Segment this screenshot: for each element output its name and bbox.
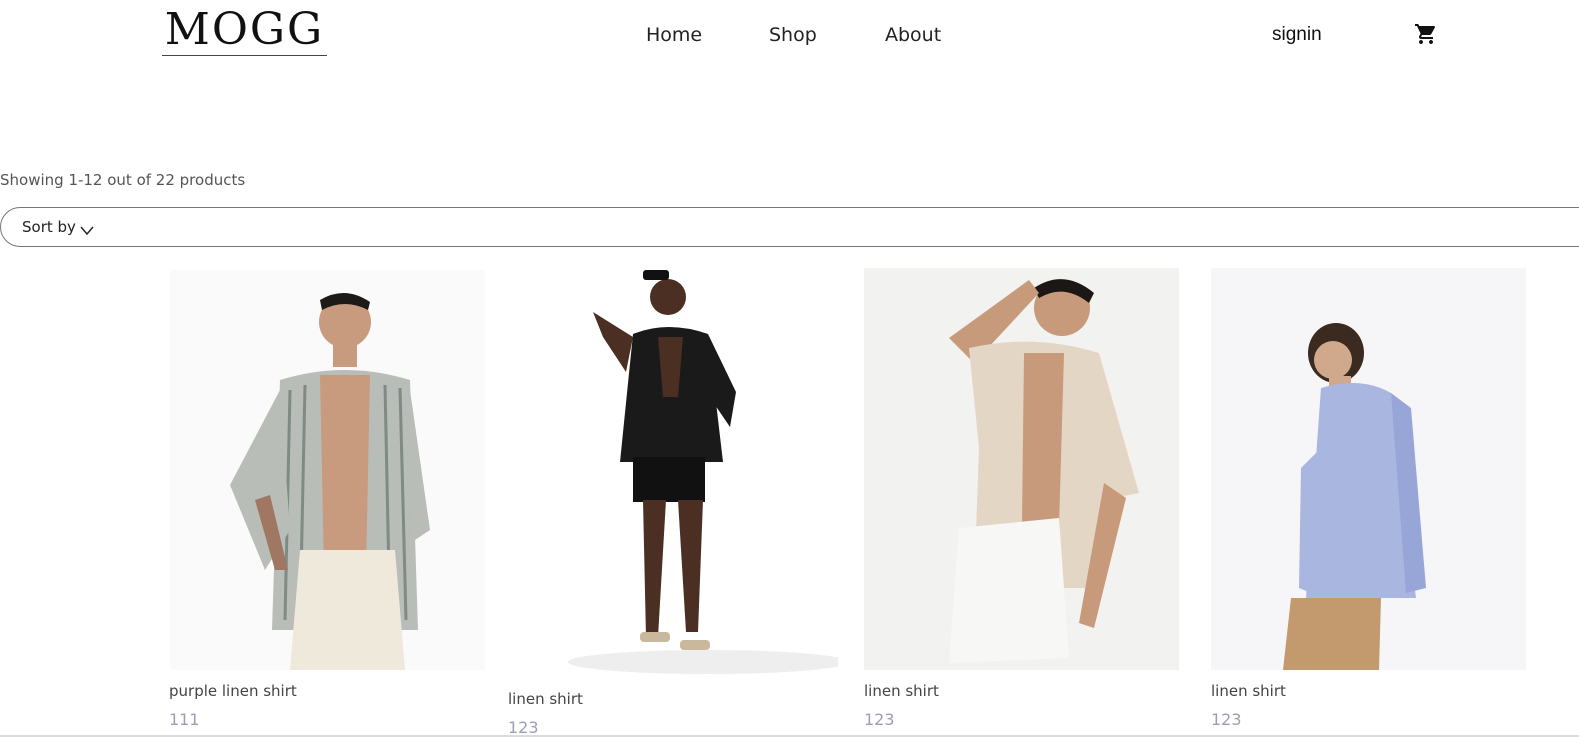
results-count: Showing 1-12 out of 22 products xyxy=(0,171,246,189)
nav-about[interactable]: About xyxy=(885,24,941,46)
product-image[interactable] xyxy=(508,262,838,678)
product-price: 123 xyxy=(1211,710,1242,729)
sort-by-button[interactable]: Sort by xyxy=(22,218,94,236)
product-name[interactable]: linen shirt xyxy=(508,690,583,708)
sort-by-label: Sort by xyxy=(22,218,76,236)
site-logo[interactable]: MOGG xyxy=(162,6,327,56)
chevron-down-icon xyxy=(80,222,94,236)
sort-bar: Sort by xyxy=(0,207,1579,247)
product-image[interactable] xyxy=(1211,268,1526,670)
product-name[interactable]: linen shirt xyxy=(1211,682,1286,700)
product-image[interactable] xyxy=(864,268,1179,670)
product-image[interactable] xyxy=(170,270,485,670)
nav-shop[interactable]: Shop xyxy=(769,24,817,46)
product-price: 111 xyxy=(169,710,200,729)
product-name[interactable]: purple linen shirt xyxy=(169,682,297,700)
product-price: 123 xyxy=(864,710,895,729)
nav-home[interactable]: Home xyxy=(646,24,702,46)
shopping-cart-icon[interactable] xyxy=(1414,22,1438,46)
product-name[interactable]: linen shirt xyxy=(864,682,939,700)
signin-link[interactable]: signin xyxy=(1272,24,1322,46)
